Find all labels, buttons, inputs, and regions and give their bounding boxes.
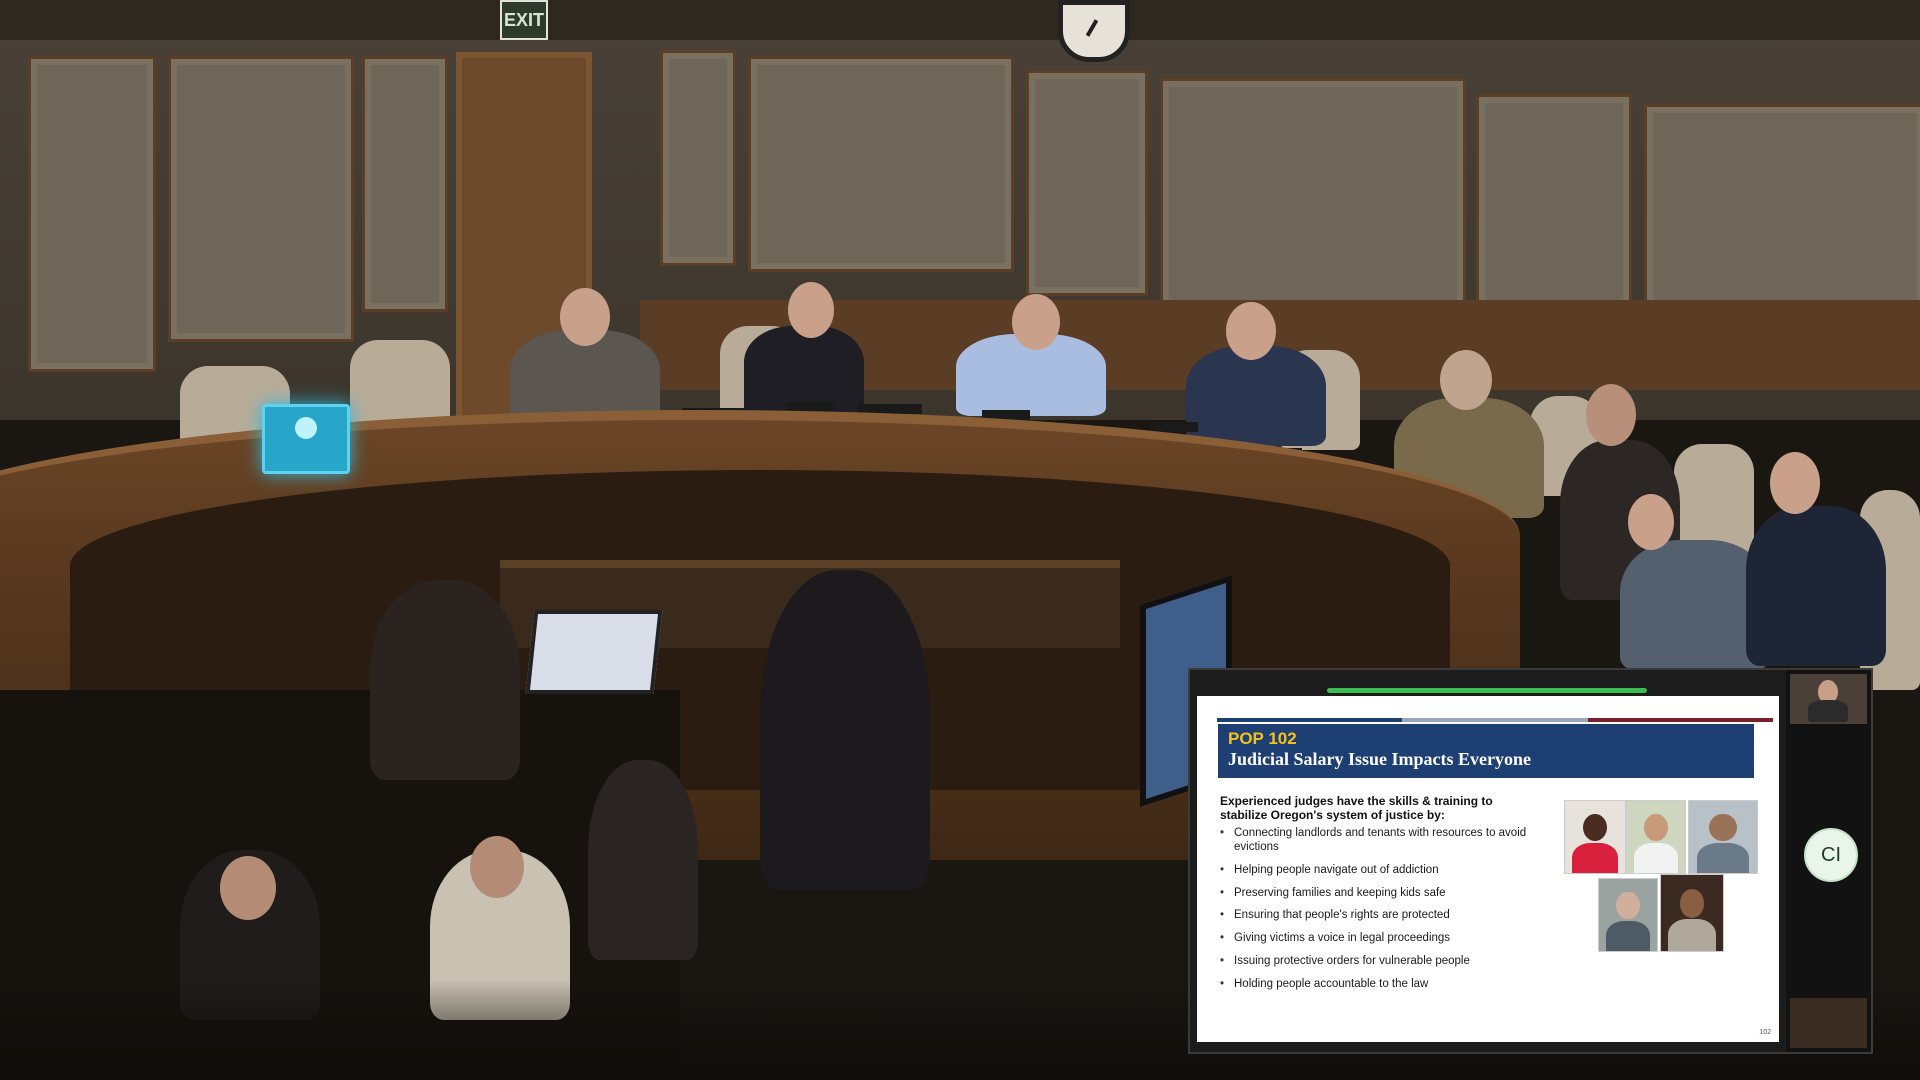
audience-member-head [220,856,276,920]
wall-panel [28,56,156,372]
committee-member-head [1226,302,1276,360]
committee-member-head [1012,294,1060,350]
slide-bullet: Helping people navigate out of addiction [1220,863,1540,877]
slide-bullet-list: Connecting landlords and tenants with re… [1220,826,1540,1000]
accent-segment [1217,718,1403,722]
wall-panel [362,56,448,312]
participant-body [1808,700,1848,722]
participant-column: CI [1786,670,1871,1052]
ceiling [0,0,1920,40]
slide-accent-line [1217,718,1773,722]
committee-member-head [788,282,834,338]
slide-header: POP 102 Judicial Salary Issue Impacts Ev… [1218,724,1754,778]
committee-member [1186,346,1326,446]
portrait-photo [1688,800,1758,874]
slide-photo-collage [1564,800,1758,960]
chair [1674,444,1754,554]
audience-member-head [470,836,524,898]
wall-panel [168,56,354,342]
committee-member-head [1440,350,1492,410]
wall-clock-icon [1058,0,1130,62]
slide-bullet: Connecting landlords and tenants with re… [1220,826,1540,854]
laptop [525,610,663,694]
share-status-bar [1327,688,1647,693]
exit-sign: EXIT [500,0,548,40]
committee-member-head [1628,494,1674,550]
committee-member-head [1586,384,1636,446]
video-call-overlay: POP 102 Judicial Salary Issue Impacts Ev… [1188,668,1873,1054]
portrait-photo [1626,800,1686,874]
portrait-photo [1598,878,1658,952]
audience-member [370,580,520,780]
participant-video-tile[interactable] [1790,998,1867,1048]
audience-member [588,760,698,960]
accent-segment [1587,718,1773,722]
sign-language-indicator-icon [262,404,350,474]
slide-bullet: Ensuring that people's rights are protec… [1220,908,1540,922]
wall-panel [1160,78,1466,314]
slide-bullet: Issuing protective orders for vulnerable… [1220,954,1540,968]
wall-panel [1026,70,1148,296]
wall-panel [1476,94,1632,330]
shared-slide: POP 102 Judicial Salary Issue Impacts Ev… [1197,688,1779,1042]
committee-member-head [1770,452,1820,514]
portrait-photo [1564,800,1626,874]
testifying-witness [760,570,930,890]
wall-panel [748,56,1014,272]
committee-member-head [560,288,610,346]
accent-segment [1402,718,1588,722]
portrait-photo [1660,874,1724,952]
participant-video-tile[interactable] [1790,674,1867,724]
slide-bullet: Holding people accountable to the law [1220,977,1540,991]
participant-avatar[interactable]: CI [1804,828,1858,882]
committee-member [1746,506,1886,666]
slide-bullet: Giving victims a voice in legal proceedi… [1220,931,1540,945]
slide-bullet: Preserving families and keeping kids saf… [1220,886,1540,900]
slide-page-number: 102 [1759,1029,1771,1036]
slide-intro: Experienced judges have the skills & tra… [1220,794,1493,822]
wall-panel [660,50,736,266]
slide-title: Judicial Salary Issue Impacts Everyone [1228,749,1532,769]
slide-course-code: POP 102 [1228,729,1297,748]
